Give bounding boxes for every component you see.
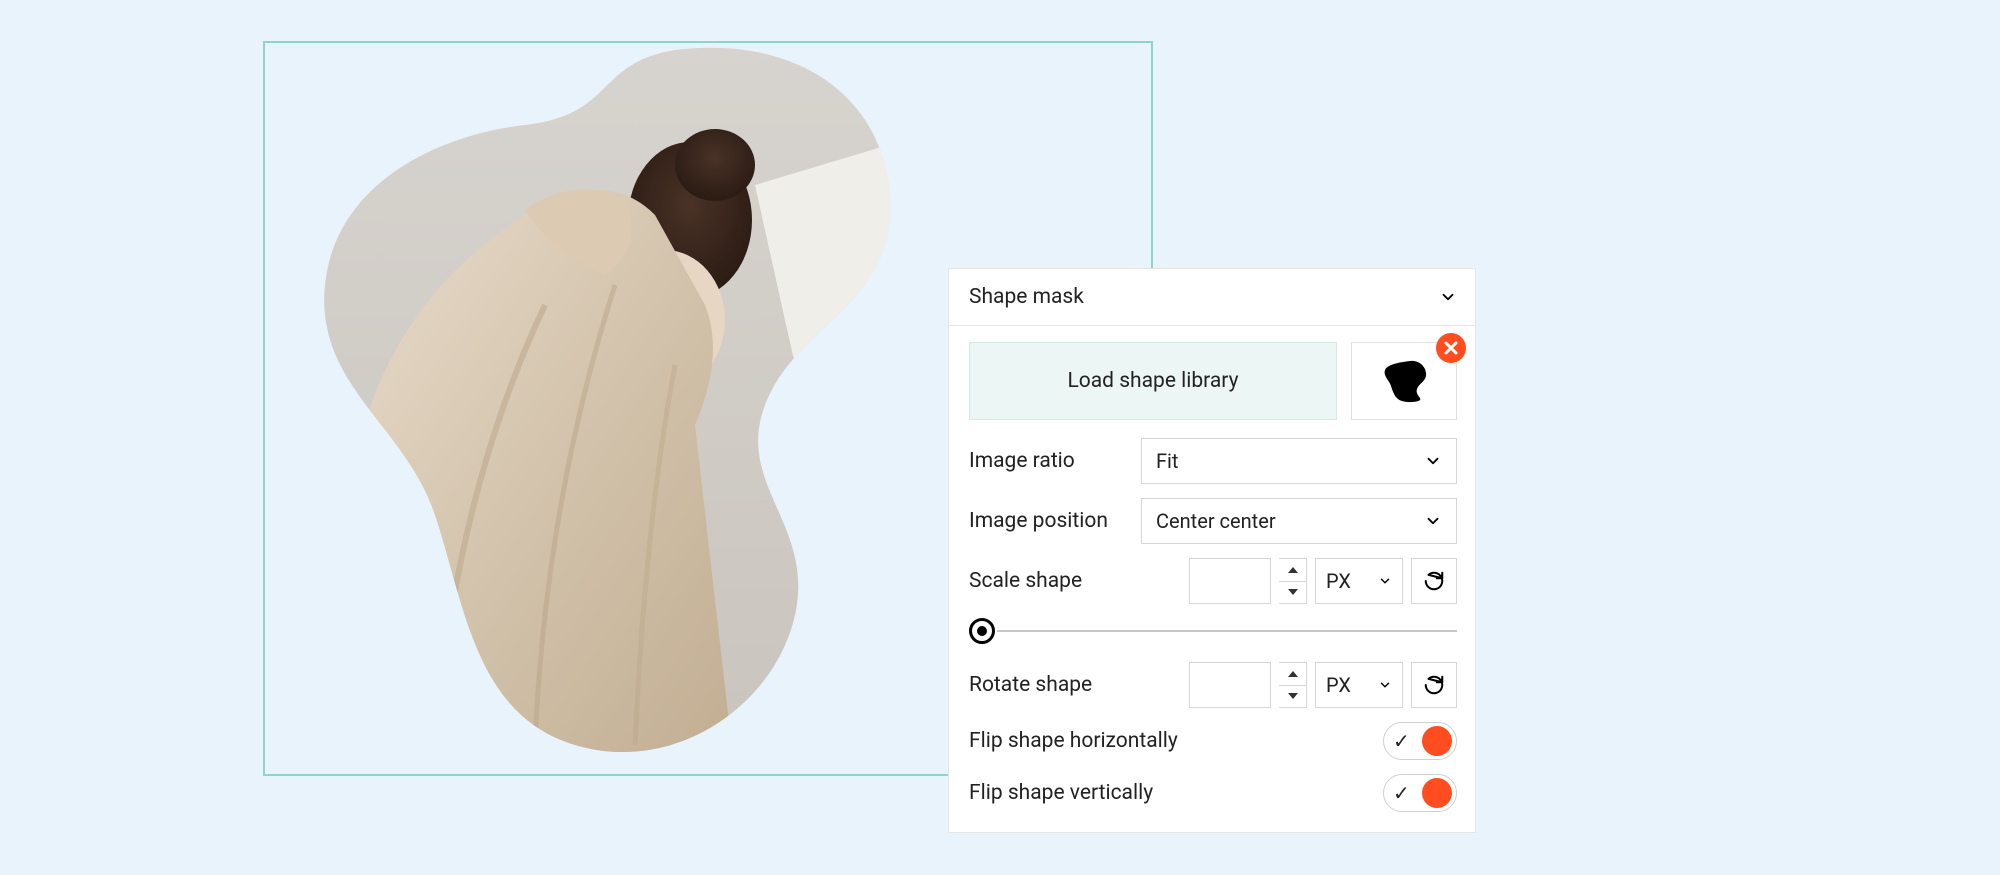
blob-shape-icon <box>1380 359 1428 403</box>
scale-stepper[interactable] <box>1279 558 1307 604</box>
current-shape-preview[interactable] <box>1351 342 1457 420</box>
slider-thumb[interactable] <box>969 618 995 644</box>
rotate-cw-icon <box>1423 570 1445 592</box>
chevron-down-icon <box>1378 574 1392 588</box>
scale-step-up[interactable] <box>1279 559 1306 582</box>
panel-title: Shape mask <box>969 285 1084 309</box>
rotate-step-up[interactable] <box>1279 663 1306 686</box>
scale-slider[interactable] <box>969 618 1457 644</box>
scale-unit-select[interactable]: PX <box>1315 558 1403 604</box>
slider-track[interactable] <box>997 630 1457 632</box>
rotate-step-down[interactable] <box>1279 686 1306 708</box>
rotate-stepper[interactable] <box>1279 662 1307 708</box>
chevron-down-icon <box>1424 452 1442 470</box>
image-ratio-label: Image ratio <box>969 449 1075 473</box>
rotate-reset-button[interactable] <box>1411 662 1457 708</box>
rotate-shape-input[interactable] <box>1189 662 1271 708</box>
image-ratio-select[interactable]: Fit <box>1141 438 1457 484</box>
flip-vertical-toggle[interactable]: ✓ <box>1383 774 1457 812</box>
flip-horizontal-toggle[interactable]: ✓ <box>1383 722 1457 760</box>
rotate-shape-label: Rotate shape <box>969 673 1092 697</box>
scale-shape-input[interactable] <box>1189 558 1271 604</box>
scale-shape-label: Scale shape <box>969 569 1082 593</box>
chevron-down-icon <box>1378 678 1392 692</box>
chevron-down-icon <box>1424 512 1442 530</box>
load-shape-library-button[interactable]: Load shape library <box>969 342 1337 420</box>
flip-horizontal-label: Flip shape horizontally <box>969 729 1178 753</box>
check-icon: ✓ <box>1393 729 1410 753</box>
scale-step-down[interactable] <box>1279 582 1306 604</box>
check-icon: ✓ <box>1393 781 1410 805</box>
rotate-cw-icon <box>1423 674 1445 696</box>
panel-header[interactable]: Shape mask <box>949 269 1475 326</box>
scale-reset-button[interactable] <box>1411 558 1457 604</box>
rotate-unit-select[interactable]: PX <box>1315 662 1403 708</box>
image-position-select[interactable]: Center center <box>1141 498 1457 544</box>
remove-shape-button[interactable] <box>1436 333 1466 363</box>
chevron-down-icon <box>1439 288 1457 306</box>
shape-mask-panel: Shape mask Load shape library Image rati… <box>948 268 1476 833</box>
close-icon <box>1444 341 1458 355</box>
image-position-label: Image position <box>969 509 1108 533</box>
masked-image-preview[interactable] <box>295 45 955 775</box>
flip-vertical-label: Flip shape vertically <box>969 781 1153 805</box>
